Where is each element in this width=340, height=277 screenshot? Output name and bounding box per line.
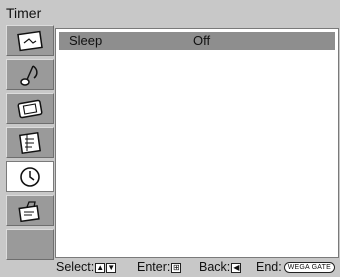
sleep-label: Sleep — [69, 33, 103, 48]
timer-icon — [20, 166, 40, 187]
timer-settings-panel: Sleep Off — [55, 28, 339, 258]
select-label: Select: — [56, 260, 95, 274]
setup-icon — [18, 200, 40, 222]
picture-icon — [17, 30, 43, 51]
timer-category-tile[interactable] — [6, 161, 54, 192]
sound-icon — [20, 64, 38, 86]
empty-category-tile — [6, 229, 54, 260]
menu-frame: Timer Sleep Off Select: ▲ ▼ Enter: ⊞ Bac… — [0, 0, 340, 277]
down-arrow-icon: ▼ — [106, 262, 117, 273]
footer-select: Select: ▲ ▼ — [56, 258, 117, 277]
enter-label: Enter: — [137, 260, 171, 274]
footer-end: End: WEGA GATE — [256, 258, 336, 277]
channel-setup-category-tile[interactable] — [6, 127, 54, 158]
menu-title: Timer — [6, 5, 42, 21]
end-label: End: — [256, 260, 282, 274]
sleep-setting-row[interactable]: Sleep Off — [59, 32, 335, 50]
channel-setup-icon — [18, 131, 42, 154]
footer-back: Back: ◀ — [199, 258, 242, 277]
sleep-value: Off — [193, 33, 211, 48]
screen-category-tile[interactable] — [6, 93, 54, 124]
up-arrow-icon: ▲ — [95, 262, 106, 273]
footer-enter: Enter: ⊞ — [137, 258, 182, 277]
picture-category-tile[interactable] — [6, 25, 54, 56]
back-arrow-icon: ◀ — [231, 262, 242, 273]
footer-help-bar: Select: ▲ ▼ Enter: ⊞ Back: ◀ End: WEGA G… — [55, 258, 340, 277]
screen-icon — [17, 99, 43, 118]
back-label: Back: — [199, 260, 231, 274]
setup-category-tile[interactable] — [6, 195, 54, 226]
wega-gate-button-icon: WEGA GATE — [283, 262, 336, 273]
category-icon-column — [6, 25, 55, 262]
sound-category-tile[interactable] — [6, 59, 54, 90]
enter-key-icon: ⊞ — [171, 262, 182, 273]
